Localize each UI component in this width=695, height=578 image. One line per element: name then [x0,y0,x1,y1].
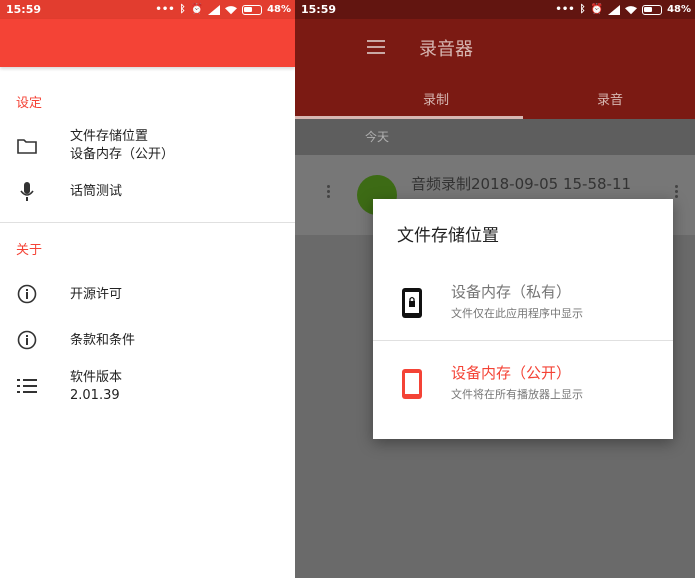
more-vert-icon[interactable] [675,185,679,200]
terms-label: 条款和条件 [70,333,136,348]
terms-item[interactable]: 条款和条件 [0,328,295,356]
status-bar: 15:59 ••• ᛒ ⏰ 48% [0,0,295,19]
phone-icon [401,368,423,400]
option-public-desc: 文件将在所有播放器上显示 [451,388,583,401]
info-icon [16,329,38,351]
date-header-label: 今天 [365,130,390,144]
alarm-icon: ⏰ [590,4,604,15]
tab-record[interactable]: 录制 [423,89,449,108]
more-vert-icon[interactable] [327,185,331,200]
option-private-name: 设备内存（私有） [451,283,572,301]
status-icons: ••• ᛒ ⏰ 48% [555,0,691,19]
info-icon [16,283,38,305]
battery-percent: 48% [267,4,291,15]
version-item: 软件版本 2.01.39 [0,366,295,406]
section-divider [0,222,295,223]
list-numbered-icon [16,375,38,397]
phone-lock-icon [401,287,423,319]
about-section-title: 关于 [16,243,43,258]
status-time: 15:59 [6,3,42,16]
folder-icon [16,135,38,157]
storage-location-dialog: 文件存储位置 设备内存（私有） 文件仅在此应用程序中显示 设备内存（公开） 文件… [373,199,673,439]
status-time: 15:59 [301,3,337,16]
battery-percent: 48% [667,4,691,15]
tab-recordings[interactable]: 录音 [597,89,623,108]
wifi-icon [225,5,238,14]
open-source-label: 开源许可 [70,287,123,302]
dots-icon: ••• [555,4,575,15]
storage-location-label: 文件存储位置 [70,129,149,144]
dots-icon: ••• [155,4,175,15]
signal-icon [608,4,621,15]
option-private-storage[interactable]: 设备内存（私有） 文件仅在此应用程序中显示 [373,261,673,341]
option-public-storage[interactable]: 设备内存（公开） 文件将在所有播放器上显示 [373,342,673,422]
signal-icon [208,4,221,15]
dialog-title: 文件存储位置 [397,226,499,246]
recorder-screen: 15:59 ••• ᛒ ⏰ 48% 录音器 录制 录音 今天 音频录制2018-… [295,0,695,578]
option-divider [373,340,673,341]
bluetooth-icon: ᛒ [579,4,586,15]
microphone-icon [16,181,38,203]
version-value: 2.01.39 [70,388,120,403]
status-bar: 15:59 ••• ᛒ ⏰ 48% [295,0,695,19]
storage-location-value: 设备内存（公开） [70,147,175,162]
battery-icon [642,4,663,15]
app-bar: 录音器 录制 录音 [295,19,695,119]
recording-title: 音频录制2018-09-05 15-58-11 [411,175,632,193]
bluetooth-icon: ᛒ [179,4,186,15]
mic-test-label: 话筒测试 [70,184,123,199]
open-source-item[interactable]: 开源许可 [0,282,295,310]
wifi-icon [625,5,638,14]
drawer-header [0,19,295,67]
status-icons: ••• ᛒ ⏰ 48% [155,0,291,19]
alarm-icon: ⏰ [190,4,204,15]
menu-icon[interactable] [367,40,385,54]
battery-icon [242,4,263,15]
option-public-name: 设备内存（公开） [451,364,572,382]
storage-location-item[interactable]: 文件存储位置 设备内存（公开） [0,126,295,166]
mic-test-item[interactable]: 话筒测试 [0,178,295,206]
date-header: 今天 [295,119,695,155]
app-title: 录音器 [419,39,473,60]
version-label: 软件版本 [70,370,123,385]
settings-drawer: 15:59 ••• ᛒ ⏰ 48% 设定 文件存储位置 设备内存（公开） 话筒测… [0,0,295,578]
settings-section-title: 设定 [16,96,43,111]
option-private-desc: 文件仅在此应用程序中显示 [451,307,583,320]
